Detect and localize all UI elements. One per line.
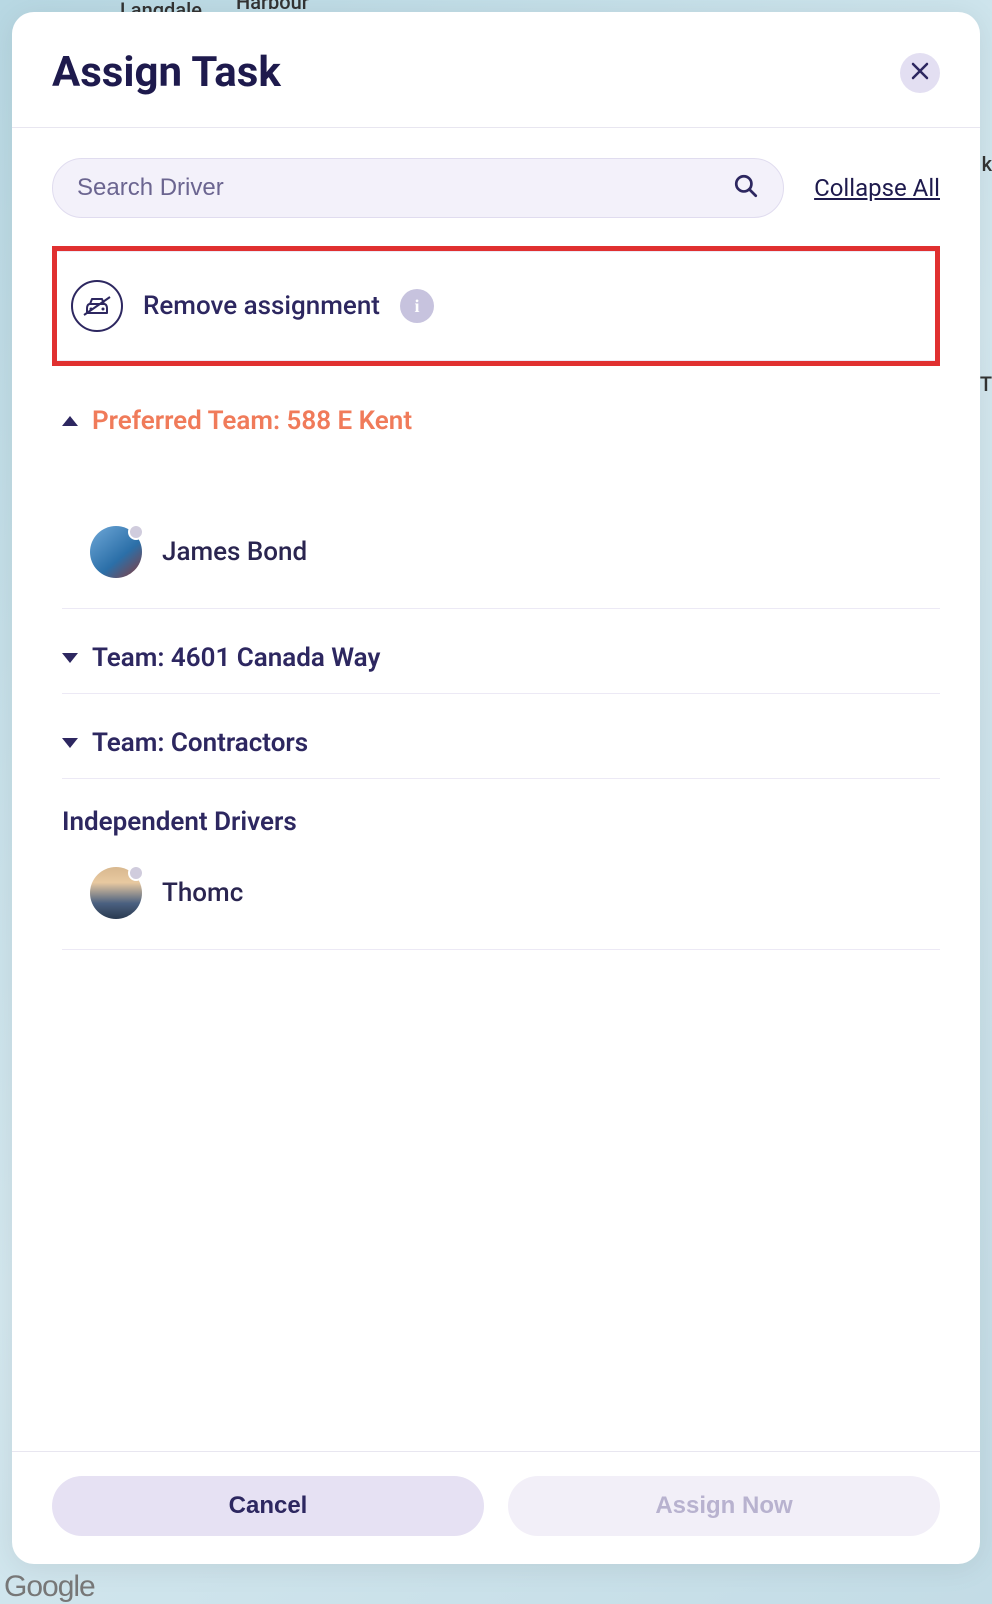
remove-assignment-row[interactable]: Remove assignment i (57, 251, 935, 361)
driver-name: Thomc (162, 878, 243, 908)
driver-row-james-bond[interactable]: James Bond (62, 506, 940, 609)
chevron-down-icon (62, 653, 78, 663)
search-box[interactable] (52, 158, 784, 218)
driver-list: Remove assignment i Preferred Team: 588 … (62, 246, 940, 950)
map-label: k (982, 152, 992, 176)
map-label: T (980, 372, 992, 396)
close-icon (911, 62, 929, 84)
search-icon (733, 173, 759, 203)
search-row: Collapse All (52, 158, 940, 218)
modal-header: Assign Task (12, 12, 980, 128)
independent-drivers-label: Independent Drivers (62, 779, 940, 847)
modal-body: Collapse All Remove assignment i (12, 128, 980, 1451)
status-dot-icon (128, 524, 144, 540)
modal-footer: Cancel Assign Now (12, 1451, 980, 1564)
status-dot-icon (128, 865, 144, 881)
driver-name: James Bond (162, 537, 307, 567)
modal-title: Assign Task (52, 48, 281, 97)
collapse-all-link[interactable]: Collapse All (814, 174, 940, 202)
team-label: Team: Contractors (92, 728, 308, 758)
driver-row-thomc[interactable]: Thomc (62, 847, 940, 950)
assign-now-button: Assign Now (508, 1476, 940, 1536)
preferred-team-header[interactable]: Preferred Team: 588 E Kent (62, 386, 940, 456)
team-header-4601[interactable]: Team: 4601 Canada Way (62, 609, 940, 694)
chevron-down-icon (62, 738, 78, 748)
preferred-team-label: Preferred Team: 588 E Kent (92, 406, 412, 436)
search-input[interactable] (77, 174, 733, 202)
team-label: Team: 4601 Canada Way (92, 643, 380, 673)
google-attribution: Google (4, 1570, 95, 1604)
assign-task-modal: Assign Task Collapse All (12, 12, 980, 1564)
remove-assignment-label: Remove assignment (143, 291, 380, 321)
highlighted-remove-row: Remove assignment i (52, 246, 940, 366)
chevron-up-icon (62, 416, 78, 426)
info-icon[interactable]: i (400, 289, 434, 323)
no-car-icon (71, 280, 123, 332)
close-button[interactable] (900, 53, 940, 93)
avatar (90, 867, 142, 919)
avatar (90, 526, 142, 578)
team-header-contractors[interactable]: Team: Contractors (62, 694, 940, 779)
cancel-button[interactable]: Cancel (52, 1476, 484, 1536)
